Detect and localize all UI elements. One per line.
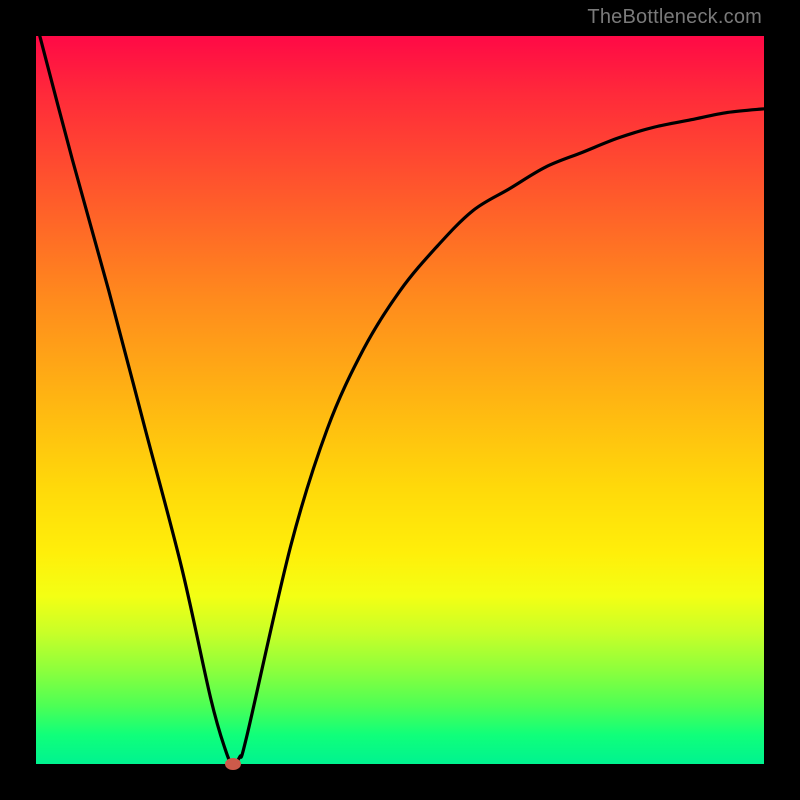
chart-frame: TheBottleneck.com bbox=[0, 0, 800, 800]
attribution-label: TheBottleneck.com bbox=[587, 6, 762, 29]
bottleneck-curve bbox=[36, 36, 764, 764]
optimum-marker bbox=[225, 758, 241, 770]
plot-area bbox=[36, 36, 764, 764]
